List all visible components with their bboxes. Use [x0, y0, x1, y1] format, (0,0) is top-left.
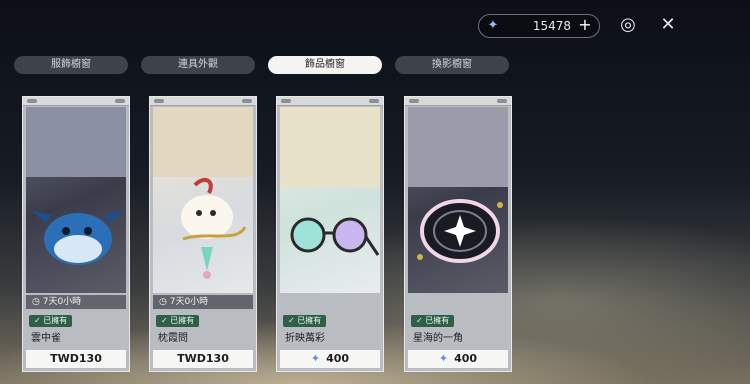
tab-label: 飾品櫥窗: [305, 59, 345, 70]
target-gear-icon[interactable]: ◎: [617, 14, 639, 36]
item-art: [153, 107, 253, 293]
item-card[interactable]: ◷ 7天0小時 ✓ 已擁有 雲中雀 TWD130: [22, 96, 130, 372]
plus-icon[interactable]: +: [577, 17, 593, 33]
card-topstrip: [277, 97, 383, 106]
price-bar[interactable]: ✦ 400: [280, 350, 380, 368]
item-name: 星海的一角: [413, 333, 463, 344]
card-topstrip: [405, 97, 511, 106]
check-icon: ✓: [161, 316, 168, 325]
item-illustration: [408, 107, 508, 263]
item-illustration: [153, 107, 253, 279]
item-art: [26, 107, 126, 293]
clock-icon: ◷: [159, 297, 167, 307]
item-illustration: [280, 107, 380, 256]
item-card[interactable]: ✓ 已擁有 星海的一角 ✦ 400: [404, 96, 512, 372]
close-icon[interactable]: ✕: [657, 14, 679, 36]
price-bar[interactable]: ✦ 400: [408, 350, 508, 368]
crystal-star-icon: ✦: [487, 18, 499, 33]
card-topstrip: [23, 97, 129, 106]
price-label: TWD130: [50, 352, 102, 365]
owned-badge: ✓ 已擁有: [156, 315, 200, 327]
price-label: TWD130: [177, 352, 229, 365]
price-label: 400: [454, 352, 478, 365]
item-name: 雲中雀: [31, 333, 61, 344]
timer-label: ◷ 7天0小時: [153, 295, 253, 309]
tab-accessories[interactable]: 飾品櫥窗: [268, 56, 382, 74]
item-card[interactable]: ✓ 已擁有 折映萬彩 ✦ 400: [276, 96, 384, 372]
currency-amount: 15478: [532, 19, 571, 33]
timer-label: ◷ 7天0小時: [26, 295, 126, 309]
tab-label: 服飾櫥窗: [51, 59, 91, 70]
item-art: [408, 107, 508, 293]
tab-tools[interactable]: 連具外觀: [141, 56, 255, 74]
owned-badge: ✓ 已擁有: [283, 315, 327, 327]
check-icon: ✓: [288, 316, 295, 325]
item-name: 折映萬彩: [285, 333, 325, 344]
item-name: 枕霞問: [158, 333, 188, 344]
clock-icon: ◷: [32, 297, 40, 307]
item-illustration: [26, 107, 126, 265]
tab-label: 連具外觀: [178, 59, 218, 70]
price-bar[interactable]: TWD130: [153, 350, 253, 368]
check-icon: ✓: [416, 316, 423, 325]
owned-badge: ✓ 已擁有: [29, 315, 73, 327]
tab-photo[interactable]: 換影櫥窗: [395, 56, 509, 74]
check-icon: ✓: [34, 316, 41, 325]
owned-badge: ✓ 已擁有: [411, 315, 455, 327]
item-card[interactable]: ◷ 7天0小時 ✓ 已擁有 枕霞問 TWD130: [149, 96, 257, 372]
card-topstrip: [150, 97, 256, 106]
tab-outfits[interactable]: 服飾櫥窗: [14, 56, 128, 74]
item-art: [280, 107, 380, 293]
crystal-star-icon: ✦: [438, 352, 449, 365]
price-bar[interactable]: TWD130: [26, 350, 126, 368]
tab-label: 換影櫥窗: [432, 59, 472, 70]
currency-display: ✦ 15478 +: [478, 14, 600, 38]
crystal-star-icon: ✦: [310, 352, 321, 365]
price-label: 400: [326, 352, 350, 365]
